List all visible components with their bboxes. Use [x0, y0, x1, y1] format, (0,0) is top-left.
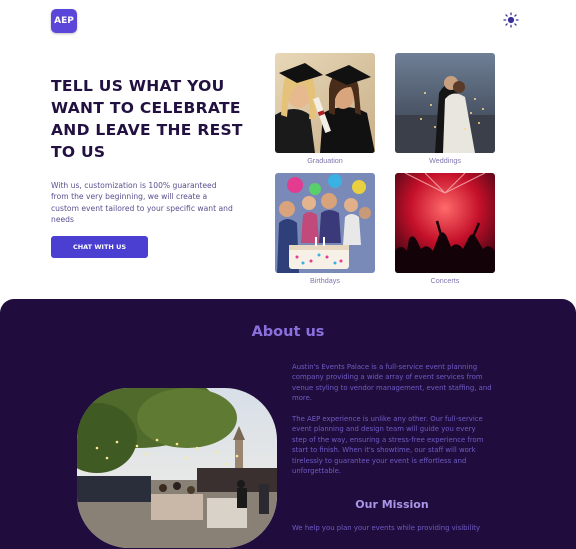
logo[interactable]: AEP — [51, 9, 77, 33]
about-paragraph: The AEP experience is unlike any other. … — [292, 415, 484, 476]
gallery-card-graduation[interactable]: Graduation — [275, 53, 375, 165]
gallery-caption: Weddings — [429, 156, 461, 165]
graduation-image — [275, 53, 375, 153]
hero-title: TELL US WHAT YOU WANT TO CELEBRATE AND L… — [51, 77, 243, 161]
birthdays-image — [275, 173, 375, 273]
gallery-card-weddings[interactable]: Weddings — [395, 53, 495, 165]
weddings-image — [395, 53, 495, 153]
about-paragraph: Austin's Events Palace is a full-service… — [292, 363, 492, 403]
gallery-card-birthdays[interactable]: Birthdays — [275, 173, 375, 285]
about-title: About us — [251, 324, 325, 340]
about-event-image — [77, 388, 277, 548]
concerts-image — [395, 173, 495, 273]
mission-text: We help you plan your events while provi… — [292, 524, 481, 532]
gallery-card-concerts[interactable]: Concerts — [395, 173, 495, 285]
sun-icon[interactable] — [503, 12, 519, 28]
gallery-caption: Concerts — [430, 276, 460, 285]
mission-title: Our Mission — [355, 498, 429, 511]
hero-description: With us, customization is 100% guarantee… — [51, 181, 233, 224]
chat-with-us-button[interactable]: CHAT WITH US — [51, 236, 148, 258]
gallery-caption: Graduation — [307, 156, 343, 165]
gallery-caption: Birthdays — [310, 276, 340, 285]
